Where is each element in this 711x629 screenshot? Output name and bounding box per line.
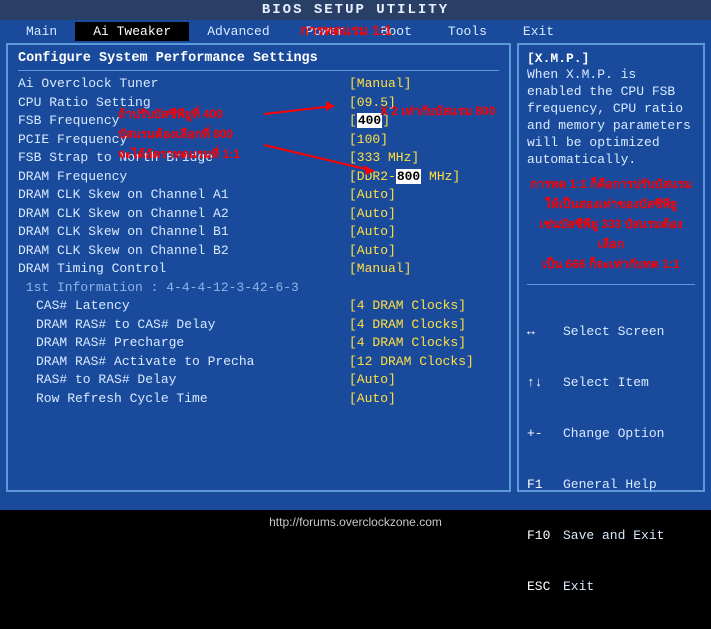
menu-ai-tweaker[interactable]: Ai Tweaker [75, 22, 189, 41]
setting-ras-ras-delay[interactable]: RAS# to RAS# Delay [Auto] [18, 371, 499, 390]
settings-panel: Configure System Performance Settings Ai… [6, 43, 511, 492]
setting-ras-cas-delay[interactable]: DRAM RAS# to CAS# Delay [4 DRAM Clocks] [18, 316, 499, 335]
help-panel: [X.M.P.] When X.M.P. is enabled the CPU … [517, 43, 705, 492]
setting-ai-overclock[interactable]: Ai Overclock Tuner [Manual] [18, 75, 499, 94]
bios-title: BIOS SETUP UTILITY [0, 0, 711, 20]
setting-dram-timing[interactable]: DRAM Timing Control [Manual] [18, 260, 499, 279]
setting-fsb-strap[interactable]: FSB Strap to North Bridge [333 MHz] [18, 149, 499, 168]
help-topic: [X.M.P.] [527, 51, 695, 66]
help-body: When X.M.P. is enabled the CPU FSB frequ… [527, 66, 695, 168]
setting-dram-skew-b2[interactable]: DRAM CLK Skew on Channel B2 [Auto] [18, 242, 499, 261]
top-menu: Main Ai Tweaker Advanced Power Boot Tool… [0, 20, 711, 43]
setting-dram-skew-a1[interactable]: DRAM CLK Skew on Channel A1 [Auto] [18, 186, 499, 205]
setting-ras-precharge[interactable]: DRAM RAS# Precharge [4 DRAM Clocks] [18, 334, 499, 353]
setting-dram-skew-b1[interactable]: DRAM CLK Skew on Channel B1 [Auto] [18, 223, 499, 242]
setting-cas-latency[interactable]: CAS# Latency [4 DRAM Clocks] [18, 297, 499, 316]
panel-header: Configure System Performance Settings [18, 51, 499, 66]
menu-exit[interactable]: Exit [505, 22, 572, 41]
menu-tools[interactable]: Tools [430, 22, 505, 41]
setting-dram-frequency[interactable]: DRAM Frequency [DDR2-800 MHz] [18, 168, 499, 187]
menu-main[interactable]: Main [8, 22, 75, 41]
setting-dram-skew-a2[interactable]: DRAM CLK Skew on Channel A2 [Auto] [18, 205, 499, 224]
annotation-right: การทด 1:1 ก็คือการปรับบัสแรม ให้เป็นสองเ… [527, 174, 695, 274]
setting-ras-activate[interactable]: DRAM RAS# Activate to Precha [12 DRAM Cl… [18, 353, 499, 372]
menu-power[interactable]: Power [288, 22, 363, 41]
menu-advanced[interactable]: Advanced [189, 22, 287, 41]
setting-pcie-frequency[interactable]: PCIE Frequency [100] [18, 131, 499, 150]
setting-row-refresh[interactable]: Row Refresh Cycle Time [Auto] [18, 390, 499, 409]
info-first: 1st Information : 4-4-4-12-3-42-6-3 [18, 279, 499, 298]
key-legend: ↔Select Screen ↑↓Select Item +-Change Op… [527, 289, 695, 629]
menu-boot[interactable]: Boot [363, 22, 430, 41]
setting-cpu-ratio[interactable]: CPU Ratio Setting [09.5] [18, 94, 499, 113]
setting-fsb-frequency[interactable]: FSB Frequency [400] [18, 112, 499, 131]
